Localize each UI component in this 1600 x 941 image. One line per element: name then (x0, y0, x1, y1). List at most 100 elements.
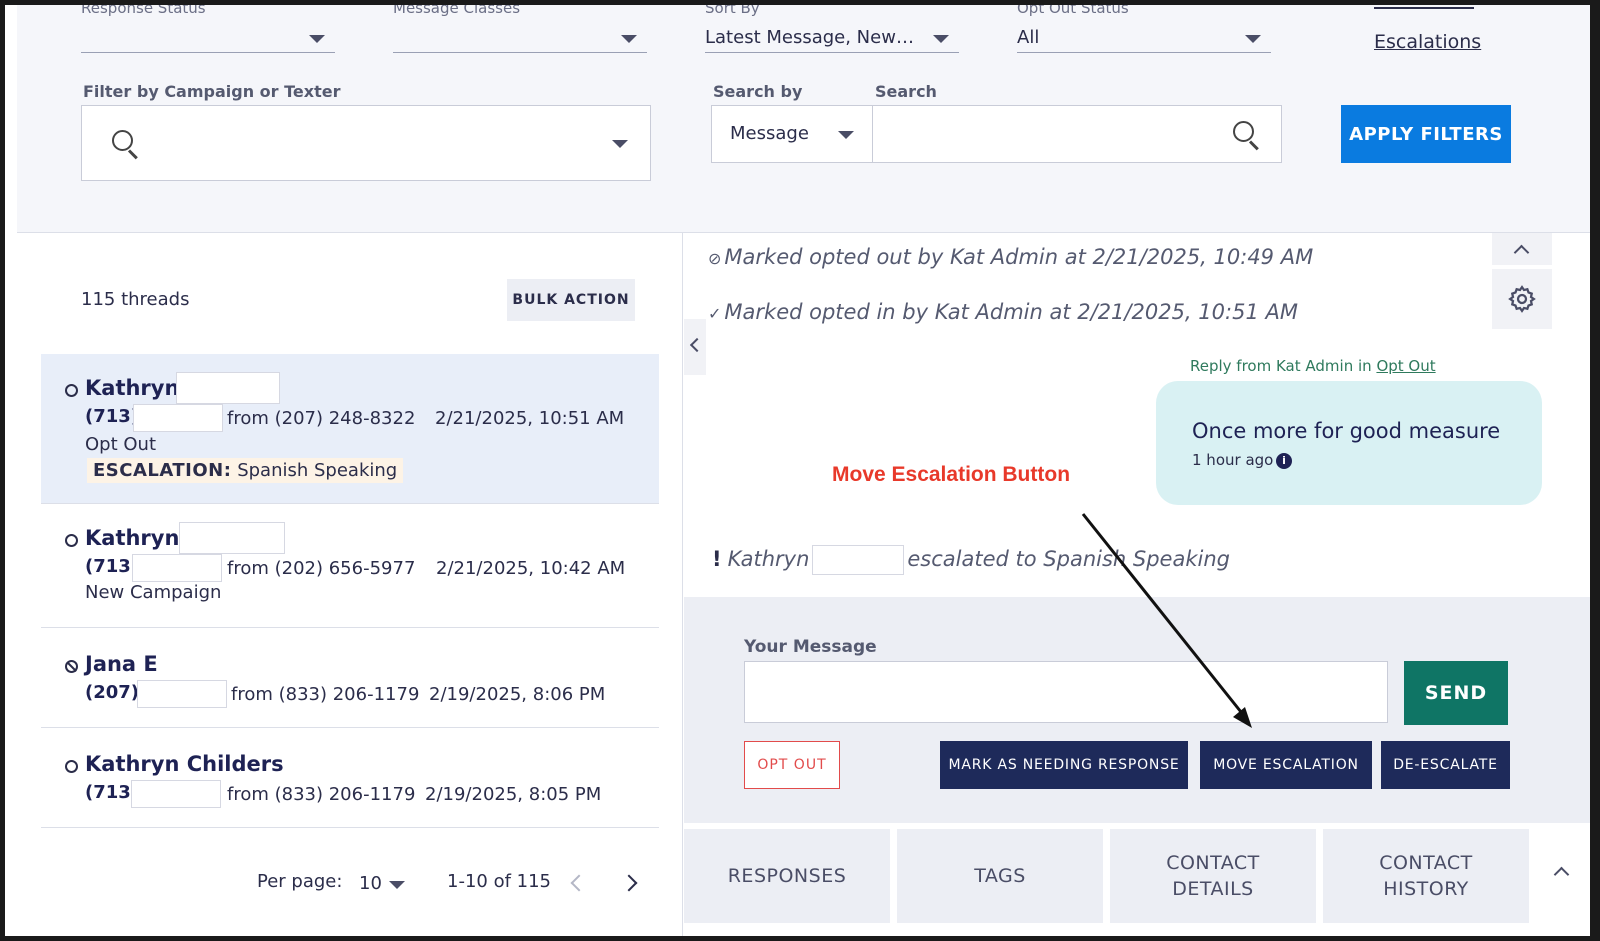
opt-out-status-label: Opt Out Status (1017, 5, 1129, 17)
campaign-link[interactable]: Opt Out (1376, 357, 1435, 375)
search-input[interactable] (873, 105, 1282, 163)
campaign-name: Opt Out (85, 434, 157, 455)
redacted-surname (176, 372, 280, 404)
status-circle-icon (65, 534, 78, 547)
search-by-label: Search by (713, 82, 803, 101)
status-circle-icon (65, 384, 78, 397)
opted-out-icon: ⊘ (708, 249, 722, 268)
contact-area-code: (713) (85, 406, 140, 427)
chevron-down-icon (309, 35, 325, 43)
thread-date: 2/19/2025, 8:05 PM (425, 784, 602, 805)
chevron-up-icon (1513, 244, 1530, 261)
response-status-label: Response Status (81, 5, 206, 17)
escalation-tag: ESCALATION: Spanish Speaking (87, 458, 404, 483)
status-circle-icon (65, 760, 78, 773)
bulk-action-button[interactable]: BULK ACTION (507, 279, 635, 321)
tab-tags[interactable]: TAGS (897, 829, 1103, 923)
escalations-link[interactable]: Escalations (1374, 31, 1481, 53)
info-icon[interactable]: i (1276, 453, 1292, 469)
thread-row[interactable]: Jana E (207) from (833) 206-1179 2/19/20… (41, 628, 659, 728)
sort-by-select[interactable]: Sort By Latest Message, Newes... (705, 5, 959, 53)
opt-out-button[interactable]: OPT OUT (744, 741, 840, 789)
de-escalate-button[interactable]: DE-ESCALATE (1381, 741, 1510, 789)
thread-row[interactable]: Kathryn Childers (713) from (833) 206-11… (41, 728, 659, 828)
conversation-pane: ⊘ Marked opted out by Kat Admin at 2/21/2… (684, 233, 1590, 936)
from-number: from (833) 206-1179 (231, 684, 420, 705)
tab-contact-history[interactable]: CONTACT HISTORY (1323, 829, 1529, 923)
message-composer: Your Message SEND OPT OUT MARK AS NEEDIN… (684, 597, 1590, 823)
response-status-select[interactable]: Response Status (81, 5, 335, 53)
chevron-left-icon (689, 337, 705, 353)
annotation-label: Move Escalation Button (832, 463, 1071, 486)
redacted-phone (132, 554, 222, 582)
gear-icon (1508, 285, 1536, 313)
chevron-up-icon (1553, 866, 1570, 883)
chevron-down-icon (838, 131, 854, 139)
search-icon (112, 130, 142, 160)
thread-row[interactable]: Kathryn (713) from (207) 248-8322 2/21/2… (41, 354, 659, 504)
redacted-phone (133, 404, 223, 432)
message-text: Once more for good measure (1192, 419, 1501, 443)
message-bubble: Once more for good measure 1 hour ago i (1156, 381, 1542, 505)
chevron-down-icon (1245, 35, 1261, 43)
message-classes-select[interactable]: Message Classes (393, 5, 647, 53)
search-label: Search (875, 82, 937, 101)
sort-by-label: Sort By (705, 5, 760, 17)
chevron-down-icon (933, 35, 949, 43)
page-range: 1-10 of 115 (447, 871, 552, 892)
opt-out-status-select[interactable]: Opt Out Status All (1017, 5, 1271, 53)
from-number: from (833) 206-1179 (227, 784, 416, 805)
collapse-list-button[interactable] (684, 319, 706, 375)
redacted-phone (137, 680, 227, 708)
move-escalation-button[interactable]: MOVE ESCALATION (1200, 741, 1372, 789)
settings-button[interactable] (1492, 269, 1552, 329)
tab-contact-details[interactable]: CONTACT DETAILS (1110, 829, 1316, 923)
message-time: 1 hour ago (1192, 451, 1274, 469)
contact-area-code: (713) (85, 556, 140, 577)
contact-name: Kathryn (85, 526, 180, 550)
your-message-label: Your Message (744, 637, 877, 657)
campaign-filter-label: Filter by Campaign or Texter (83, 82, 341, 101)
thread-date: 2/19/2025, 8:06 PM (429, 684, 606, 705)
per-page-label: Per page: (257, 871, 343, 892)
from-number: from (202) 656-5977 (227, 558, 416, 579)
redacted-surname (812, 545, 905, 575)
escalation-event: ! Kathryn escalated to Spanish Speaking (712, 545, 1230, 575)
redacted-phone (131, 780, 221, 808)
thread-row[interactable]: Kathryn (713) from (202) 656-5977 2/21/2… (41, 504, 659, 628)
chevron-down-icon (621, 35, 637, 43)
search-icon[interactable] (1233, 121, 1263, 151)
thread-date: 2/21/2025, 10:42 AM (436, 558, 626, 579)
previous-page-icon[interactable] (570, 874, 588, 892)
pagination: Per page: 10 1-10 of 115 (17, 863, 683, 903)
per-page-select[interactable]: 10 (359, 873, 382, 894)
thread-count: 115 threads (81, 289, 190, 310)
message-input[interactable] (744, 661, 1388, 723)
search-by-select[interactable]: Message (711, 105, 873, 163)
mark-needing-response-button[interactable]: MARK AS NEEDING RESPONSE (940, 741, 1188, 789)
app-window: Response Status Message Classes Sort By … (5, 5, 1590, 936)
campaign-name: New Campaign (85, 582, 222, 603)
reply-meta: Reply from Kat Admin in Opt Out (1190, 357, 1436, 375)
sort-by-value: Latest Message, Newes... (705, 27, 923, 48)
tab-responses[interactable]: RESPONSES (684, 829, 890, 923)
side-toolbar (1492, 233, 1552, 329)
message-classes-label: Message Classes (393, 5, 521, 17)
chevron-down-icon[interactable] (389, 881, 405, 889)
send-button[interactable]: SEND (1404, 661, 1508, 725)
opted-out-event: ⊘ Marked opted out by Kat Admin at 2/21/2… (708, 245, 1314, 269)
next-page-icon[interactable] (620, 874, 638, 892)
apply-filters-button[interactable]: APPLY FILTERS (1341, 105, 1511, 163)
search-by-value: Message (730, 123, 809, 144)
from-number: from (207) 248-8322 (227, 408, 416, 429)
checkmark-icon: ✓ (708, 304, 722, 323)
thread-list-pane: 115 threads BULK ACTION Kathryn (713) fr… (17, 233, 683, 936)
scroll-up-button[interactable] (1492, 233, 1552, 265)
chevron-down-icon[interactable] (612, 140, 628, 148)
campaign-texter-filter[interactable] (81, 105, 651, 181)
thread-date: 2/21/2025, 10:51 AM (435, 408, 625, 429)
redacted-surname (179, 522, 285, 554)
opt-out-status-value: All (1017, 27, 1040, 48)
contact-area-code: (207) (85, 682, 140, 703)
top-link-underline[interactable] (1374, 5, 1474, 9)
